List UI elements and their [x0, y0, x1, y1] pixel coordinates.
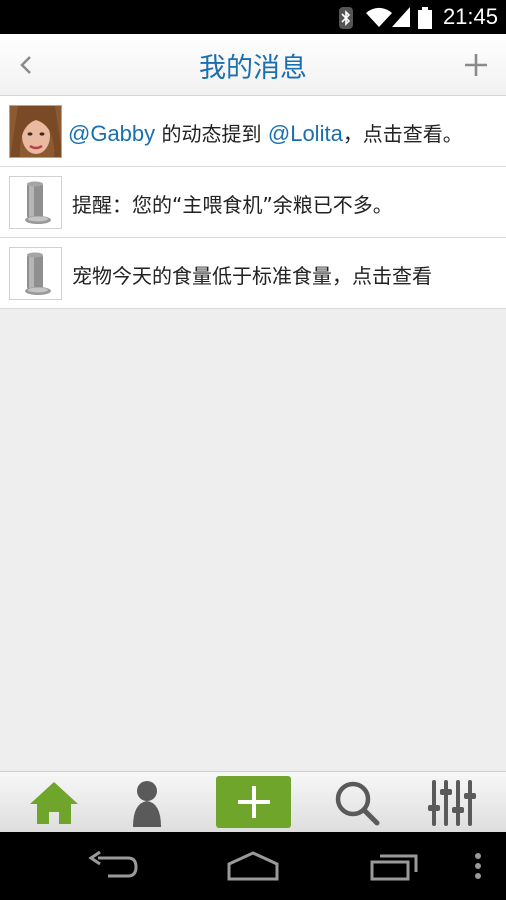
bluetooth-icon	[339, 7, 353, 29]
add-icon	[237, 786, 270, 818]
feeder-icon	[10, 248, 61, 299]
list-item[interactable]: @Gabby 的动态提到 @Lolita，点击查看。	[0, 96, 506, 167]
add-button[interactable]	[216, 776, 291, 828]
mention-link[interactable]: @Gabby	[68, 121, 155, 146]
home-nav-icon[interactable]	[226, 850, 280, 882]
plus-icon[interactable]	[462, 51, 490, 79]
message-text: @Gabby 的动态提到 @Lolita，点击查看。	[68, 118, 463, 147]
wifi-icon	[366, 7, 392, 27]
message-text: 宠物今天的食量低于标准食量，点击查看	[72, 264, 432, 288]
signal-icon	[392, 7, 410, 27]
header: 我的消息	[0, 34, 506, 96]
back-nav-icon[interactable]	[88, 850, 138, 880]
home-icon	[30, 781, 78, 824]
recent-apps-icon[interactable]	[368, 850, 422, 882]
settings-sliders-icon	[428, 779, 476, 826]
profile-icon	[133, 780, 161, 827]
tab-home[interactable]	[14, 772, 94, 833]
page-title: 我的消息	[199, 53, 307, 84]
overflow-menu-icon[interactable]	[472, 850, 484, 882]
list-item[interactable]: 提醒：您的“主喂食机”余粮已不多。	[0, 167, 506, 238]
status-time: 21:45	[442, 4, 498, 29]
battery-icon	[418, 7, 432, 29]
feeder-icon	[10, 177, 61, 228]
message-text: 提醒：您的“主喂食机”余粮已不多。	[72, 193, 393, 217]
bottom-tab-bar	[0, 771, 506, 832]
status-bar: 21:45	[0, 0, 506, 34]
message-fragment: 的动态提到	[155, 122, 268, 146]
search-icon	[335, 781, 380, 825]
avatar[interactable]	[9, 105, 62, 158]
feeder-device-image	[9, 176, 62, 229]
system-nav-bar	[0, 832, 506, 900]
list-item[interactable]: 宠物今天的食量低于标准食量，点击查看	[0, 238, 506, 309]
user-photo-icon	[10, 106, 61, 157]
message-fragment: ，点击查看。	[342, 122, 463, 146]
tab-settings[interactable]	[412, 772, 492, 833]
feeder-device-image	[9, 247, 62, 300]
mention-link[interactable]: @Lolita	[268, 121, 343, 146]
tab-search[interactable]	[317, 772, 397, 833]
message-list: @Gabby 的动态提到 @Lolita，点击查看。 提醒：您的“主喂食机”余粮…	[0, 96, 506, 309]
tab-profile[interactable]	[107, 772, 187, 833]
app-screen: 我的消息 @Gabby 的动态提到 @Lolita，点击查看。 提醒：您的“主喂…	[0, 34, 506, 832]
